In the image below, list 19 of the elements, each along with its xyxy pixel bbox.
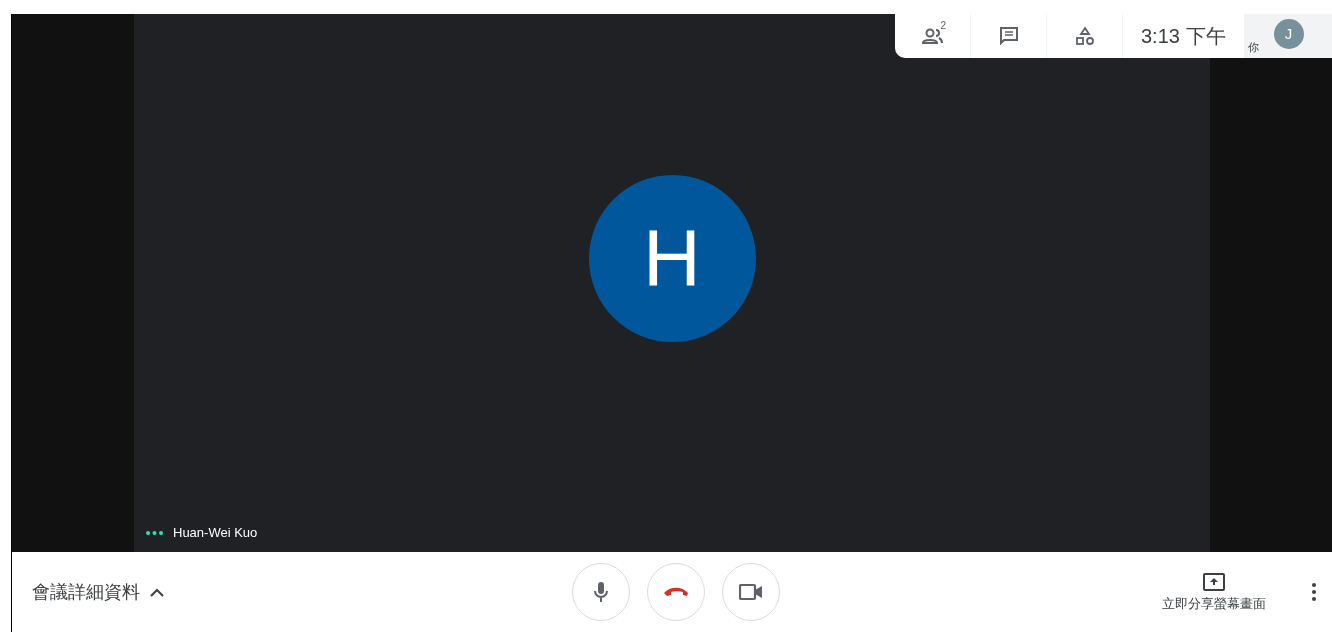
self-avatar: J (1273, 18, 1304, 49)
meeting-details-button[interactable]: 會議詳細資料 (32, 580, 572, 604)
chat-icon (998, 26, 1019, 46)
shapes-icon (1074, 26, 1095, 46)
share-screen-button[interactable]: 立即分享螢幕畫面 (1162, 571, 1266, 613)
people-icon (921, 28, 944, 44)
self-label: 你 (1247, 40, 1259, 55)
camera-icon (739, 583, 763, 601)
people-button[interactable]: 2 (895, 14, 971, 58)
phone-icon (663, 587, 689, 597)
more-icon (1312, 583, 1316, 601)
clock-time: 3:13 下午 (1140, 23, 1227, 49)
participant-avatar: H (588, 174, 756, 342)
screen-upload-icon (1202, 571, 1226, 592)
audio-dots-icon (146, 530, 163, 535)
caret-icon (150, 587, 164, 597)
participant-count: 2 (940, 20, 946, 31)
microphone-icon (594, 581, 608, 603)
participant-name: Huan-Wei Kuo (173, 525, 258, 540)
